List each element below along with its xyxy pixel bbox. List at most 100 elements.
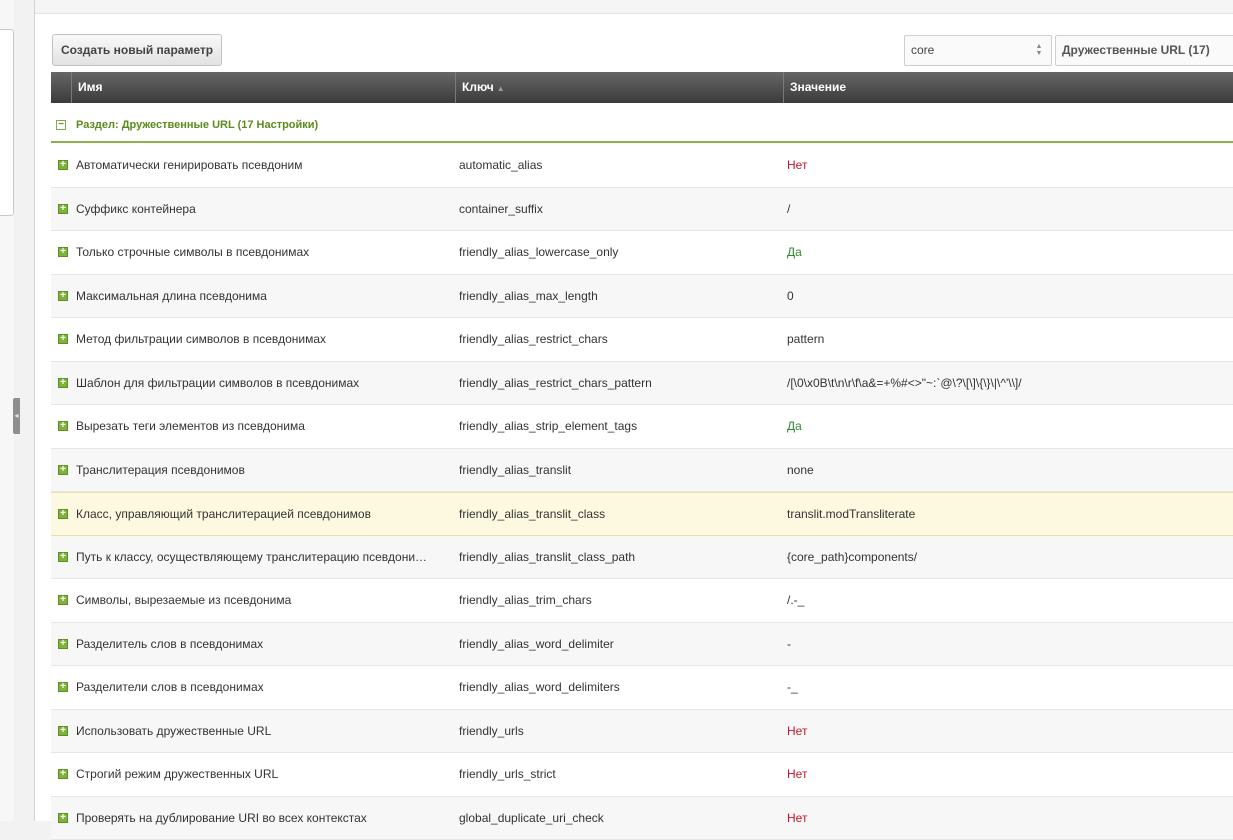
setting-key: friendly_alias_translit	[459, 449, 571, 492]
plus-icon[interactable]: +	[58, 639, 68, 649]
area-select-value: Дружественные URL (17)	[1062, 43, 1210, 57]
plus-icon[interactable]: +	[58, 769, 68, 779]
group-label: Раздел: Дружественные URL (17 Настройки)	[76, 110, 318, 141]
sidebar-collapse-handle[interactable]: ◂	[13, 398, 20, 434]
namespace-select-value: core	[911, 43, 934, 57]
setting-value: pattern	[787, 318, 824, 361]
table-row[interactable]: + Автоматически генирировать псевдоним aut…	[51, 144, 1233, 188]
setting-name: Суффикс контейнера	[76, 188, 431, 231]
setting-value: none	[787, 449, 814, 492]
plus-icon[interactable]: +	[58, 813, 68, 823]
setting-name: Проверять на дублирование URI во всех ко…	[76, 797, 431, 840]
setting-name: Метод фильтрации символов в псевдонимах	[76, 318, 431, 361]
setting-key: friendly_alias_trim_chars	[459, 579, 592, 622]
sidebar-box	[0, 29, 14, 216]
settings-panel: Создать новый параметр core ▲▼ Дружестве…	[34, 0, 1233, 821]
setting-key: friendly_alias_translit_class_path	[459, 536, 635, 579]
plus-icon[interactable]: +	[58, 160, 68, 170]
namespace-select[interactable]: core ▲▼	[904, 35, 1052, 66]
setting-name: Использовать дружественные URL	[76, 710, 431, 753]
table-row[interactable]: + Разделитель слов в псевдонимах friendly_…	[51, 623, 1233, 667]
plus-icon[interactable]: +	[58, 595, 68, 605]
setting-key: friendly_alias_restrict_chars	[459, 318, 608, 361]
settings-rows: + Автоматически генирировать псевдоним aut…	[51, 144, 1233, 840]
table-row[interactable]: + Транслитерация псевдонимов friendly_alia…	[51, 449, 1233, 493]
setting-key: container_suffix	[459, 188, 543, 231]
plus-icon[interactable]: +	[58, 421, 68, 431]
setting-value: /.-_	[787, 579, 804, 622]
setting-name: Вырезать теги элементов из псевдонима	[76, 405, 431, 448]
setting-value: Да	[787, 405, 802, 448]
setting-value: /[\0\x0B\t\n\r\f\a&=+%#<>"~:`@\?\[\]\{\}…	[787, 362, 1022, 405]
table-row[interactable]: + Вырезать теги элементов из псевдонима fr…	[51, 405, 1233, 449]
plus-icon[interactable]: +	[58, 291, 68, 301]
table-row[interactable]: + Суффикс контейнера container_suffix /	[51, 188, 1233, 232]
setting-name: Разделитель слов в псевдонимах	[76, 623, 431, 666]
setting-value: Нет	[787, 710, 807, 753]
plus-icon[interactable]: +	[58, 465, 68, 475]
table-row[interactable]: + Шаблон для фильтрации символов в псевдо…	[51, 362, 1233, 406]
setting-value: /	[787, 188, 790, 231]
select-arrows-icon: ▲▼	[1035, 43, 1043, 57]
setting-name: Транслитерация псевдонимов	[76, 449, 431, 492]
setting-value: Нет	[787, 144, 807, 187]
area-select[interactable]: Дружественные URL (17)	[1055, 35, 1233, 66]
setting-value: translit.modTransliterate	[787, 493, 915, 536]
table-row[interactable]: + Использовать дружественные URL friendly_…	[51, 710, 1233, 754]
table-row[interactable]: + Строгий режим дружественных URL friendly…	[51, 753, 1233, 797]
table-row[interactable]: + Проверять на дублирование URI во всех к…	[51, 797, 1233, 840]
table-row[interactable]: + Класс, управляющий транслитерацией псев…	[51, 492, 1233, 536]
setting-value: -	[787, 623, 791, 666]
plus-icon[interactable]: +	[58, 247, 68, 257]
column-header-name[interactable]: Имя	[71, 72, 455, 103]
setting-key: friendly_alias_restrict_chars_pattern	[459, 362, 652, 405]
setting-value: Нет	[787, 753, 807, 796]
setting-name: Символы, вырезаемые из псевдонима	[76, 579, 431, 622]
top-strip	[35, 0, 1233, 14]
group-header-row[interactable]: − Раздел: Дружественные URL (17 Настройк…	[51, 110, 1233, 143]
column-header-key-label: Ключ	[462, 80, 494, 94]
table-row[interactable]: +Путь к классу, осуществляющему транслит…	[51, 536, 1233, 580]
plus-icon[interactable]: +	[58, 204, 68, 214]
setting-key: friendly_urls_strict	[459, 753, 556, 796]
table-row[interactable]: + Метод фильтрации символов в псевдонимах…	[51, 318, 1233, 362]
setting-name: Автоматически генирировать псевдоним	[76, 144, 431, 187]
expander-column-header	[51, 72, 71, 103]
setting-name: Класс, управляющий транслитерацией псевд…	[76, 493, 431, 536]
setting-name: Строгий режим дружественных URL	[76, 753, 431, 796]
plus-icon[interactable]: +	[58, 682, 68, 692]
create-parameter-button[interactable]: Создать новый параметр	[52, 34, 222, 66]
column-header-key[interactable]: Ключ▲	[455, 72, 783, 103]
column-header-value[interactable]: Значение	[783, 72, 1233, 103]
grid-header: Имя Ключ▲ Значение	[51, 72, 1233, 103]
setting-value: {core_path}components/	[787, 536, 917, 579]
table-row[interactable]: +Максимальная длина псевдонимаfriendly_a…	[51, 275, 1233, 319]
sort-asc-icon: ▲	[497, 84, 505, 93]
plus-icon[interactable]: +	[58, 509, 68, 519]
setting-value: 0	[787, 275, 794, 318]
setting-name: Шаблон для фильтрации символов в псевдон…	[76, 362, 431, 405]
left-sidebar-panel	[0, 0, 14, 821]
plus-icon[interactable]: +	[58, 334, 68, 344]
plus-icon[interactable]: +	[58, 726, 68, 736]
setting-key: friendly_alias_strip_element_tags	[459, 405, 637, 448]
setting-key: friendly_alias_translit_class	[459, 493, 605, 536]
setting-key: friendly_urls	[459, 710, 524, 753]
table-row[interactable]: + Разделители слов в псевдонимах friendly_…	[51, 666, 1233, 710]
minus-icon[interactable]: −	[56, 120, 66, 130]
setting-key: friendly_alias_word_delimiters	[459, 666, 620, 709]
setting-value: -_	[787, 666, 798, 709]
setting-key: friendly_alias_max_length	[459, 275, 598, 318]
plus-icon[interactable]: +	[58, 378, 68, 388]
setting-key: automatic_alias	[459, 144, 542, 187]
setting-name: Только строчные символы в псевдонимах	[76, 231, 431, 274]
setting-value: Да	[787, 231, 802, 274]
setting-key: friendly_alias_word_delimiter	[459, 623, 614, 666]
chevron-left-icon: ◂	[14, 411, 18, 420]
table-row[interactable]: + Символы, вырезаемые из псевдонима friend…	[51, 579, 1233, 623]
column-header-name-label: Имя	[78, 80, 103, 94]
setting-key: global_duplicate_uri_check	[459, 797, 604, 840]
table-row[interactable]: +Только строчные символы в псевдонимахfr…	[51, 231, 1233, 275]
plus-icon[interactable]: +	[58, 552, 68, 562]
setting-name: Разделители слов в псевдонимах	[76, 666, 431, 709]
